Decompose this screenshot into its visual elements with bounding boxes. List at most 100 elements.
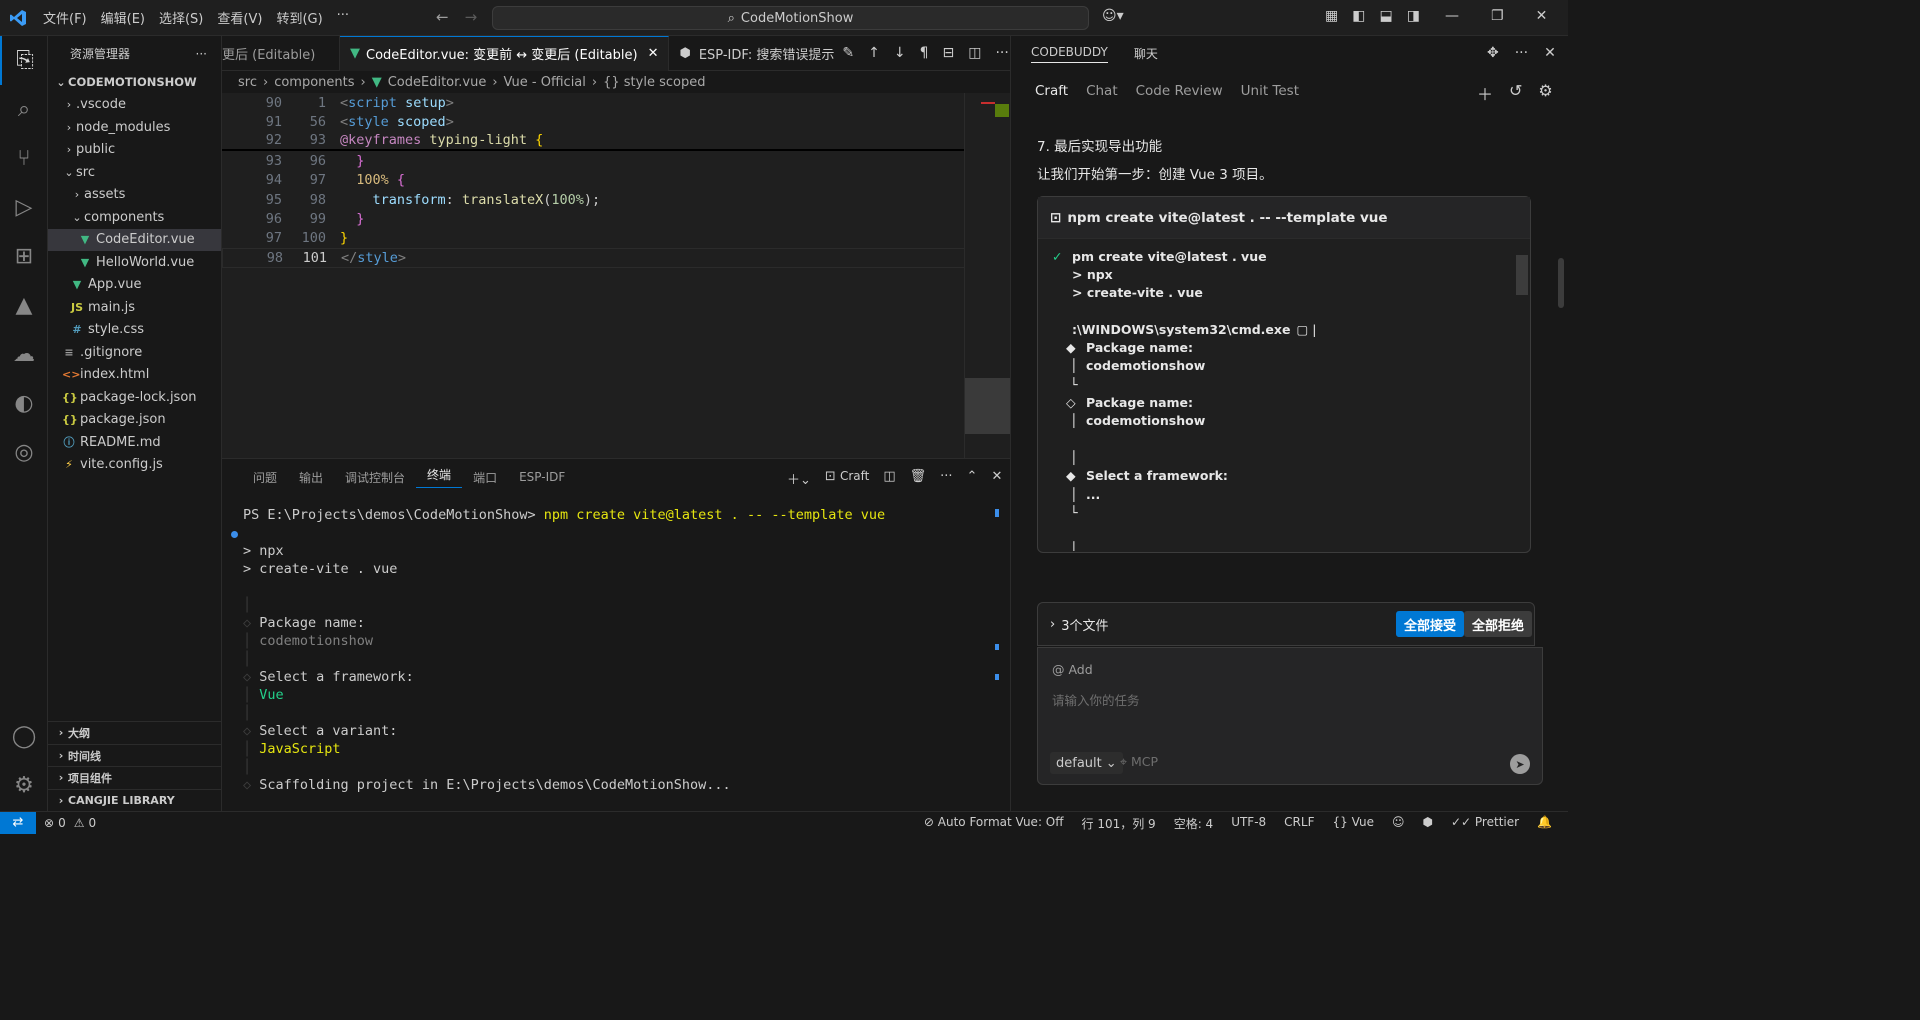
tree-item[interactable]: # style.css [48,319,221,342]
tree-item[interactable]: {} package-lock.json [48,386,221,409]
espressif-icon[interactable]: ◎ [0,428,48,477]
extensions-icon[interactable]: ⊞ [0,232,48,281]
indentation[interactable]: 空格: 4 [1174,815,1214,832]
tree-item[interactable]: ⌄ src [48,161,221,184]
problems-summary[interactable]: ⊗ 0 ⚠ 0 [44,816,96,830]
menu-file[interactable]: 文件(F) [36,8,94,27]
copilot-icon[interactable]: ☺▾ [1102,8,1124,24]
maximize-panel-icon[interactable]: ⌃ [967,469,978,488]
tab-codeeditor-diff[interactable]: ▼ CodeEditor.vue: 变更前 ↔ 变更后 (Editable) ✕ [340,35,670,71]
breadcrumb-item[interactable]: CodeEditor.vue [388,75,487,90]
toggle-sidebar-icon[interactable]: ◧ [1352,8,1365,24]
tab-output[interactable]: 输出 [288,469,334,486]
command-decoration-icon[interactable] [231,531,238,538]
tab-code-review[interactable]: Code Review [1136,83,1223,99]
terminal-craft-button[interactable]: ⊡ Craft [825,469,869,488]
breadcrumb-item[interactable]: components [274,75,354,90]
mcp-button[interactable]: ⌖ MCP [1120,754,1158,770]
edge-icon[interactable]: ◐ [0,379,48,428]
prettier-status[interactable]: ✓✓ Prettier [1451,815,1519,832]
tab-craft[interactable]: Craft [1035,83,1068,99]
menu-selection[interactable]: 选择(S) [152,8,210,27]
new-terminal-icon[interactable]: ＋⌄ [787,469,811,488]
menu-view[interactable]: 查看(V) [210,8,269,27]
minimize-icon[interactable]: — [1445,8,1459,24]
customize-layout-icon[interactable]: ▦ [1325,8,1338,24]
section-cangjie-library[interactable]: › CANGJIE LIBRARY [48,789,222,811]
kill-terminal-icon[interactable]: 🗑 [910,469,927,488]
auto-format-status[interactable]: ⊘ Auto Format Vue: Off [924,815,1064,832]
tree-item[interactable]: › .vscode [48,94,221,117]
notifications-bell-icon[interactable]: 🔔 [1537,815,1552,832]
tab-diff-prev[interactable]: 更后 (Editable) [222,35,340,71]
close-panel-icon[interactable]: ✕ [1544,45,1556,61]
section-timeline[interactable]: › 时间线 [48,744,222,766]
chat-header-tab[interactable]: 聊天 [1134,45,1158,62]
tree-item[interactable]: ▼ CodeEditor.vue [48,228,221,251]
manage-gear-icon[interactable]: ⚙ [0,761,48,810]
command-center[interactable]: ⌕ CodeMotionShow [492,6,1089,30]
copilot-status-icon[interactable]: ☺ [1392,815,1405,832]
task-input[interactable]: 请输入你的任务 [1052,690,1140,709]
tree-item[interactable]: <> index.html [48,364,221,387]
settings-icon[interactable]: ⚙ [1538,81,1552,105]
section-outline[interactable]: › 大纲 [48,721,222,743]
tab-esp-idf-panel[interactable]: ESP-IDF [508,470,576,484]
tree-item[interactable]: › assets [48,184,221,207]
split-editor-icon[interactable]: ◫ [968,45,981,61]
cursor-position[interactable]: 行 101，列 9 [1082,815,1156,832]
tree-item[interactable]: › node_modules [48,116,221,139]
source-control-icon[interactable]: ⑂ [0,134,48,183]
history-icon[interactable]: ↺ [1509,81,1522,105]
tree-item[interactable]: ▼ App.vue [48,274,221,297]
split-terminal-icon[interactable]: ◫ [883,469,895,488]
codebuddy-icon[interactable]: ☁ [0,330,48,379]
project-root[interactable]: ⌄ CODEMOTIONSHOW [48,71,221,94]
explorer-icon[interactable]: ⎘ [0,36,48,85]
chat-scrollbar[interactable] [1558,258,1564,308]
section-project-components[interactable]: › 项目组件 [48,766,222,788]
add-context-button[interactable]: @ Add [1052,662,1093,677]
close-tab-icon[interactable]: ✕ [648,46,659,61]
close-panel-icon[interactable]: ✕ [991,469,1002,488]
tree-item[interactable]: ⌄ components [48,206,221,229]
model-select[interactable]: default ⌄ [1050,752,1123,774]
language-mode[interactable]: {} Vue [1332,815,1373,832]
terminal-output[interactable]: PS E:\Projects\demos\CodeMotionShow> npm… [222,507,1010,795]
tab-problems[interactable]: 问题 [242,469,288,486]
edit-pencil-icon[interactable]: ✎ [842,45,854,61]
minimap[interactable] [964,93,1011,458]
menu-go[interactable]: 转到(G) [269,8,329,27]
tree-item[interactable]: ⓘ README.md [48,431,221,454]
send-icon[interactable]: ➤ [1510,754,1530,774]
run-debug-icon[interactable]: ▷ [0,183,48,232]
restore-icon[interactable]: ❐ [1491,8,1504,24]
next-change-icon[interactable]: ↓ [894,45,906,61]
code-editor[interactable]: 90 1 <script setup> 91 56 <style scoped> 92 9… [222,93,1010,458]
forward-arrow-icon[interactable]: → [465,8,478,26]
tab-unit-test[interactable]: Unit Test [1241,83,1299,99]
tab-debug-console[interactable]: 调试控制台 [334,469,416,486]
reject-all-button[interactable]: 全部拒绝 [1463,611,1532,637]
close-window-icon[interactable]: ✕ [1536,8,1548,24]
encoding[interactable]: UTF-8 [1231,815,1266,832]
tree-item[interactable]: ⚡ vite.config.js [48,454,221,477]
open-preview-icon[interactable]: ⊟ [943,45,955,61]
tab-chat[interactable]: Chat [1086,83,1118,99]
search-view-icon[interactable]: ⌕ [0,85,48,134]
breadcrumb-item[interactable]: src [238,75,257,90]
new-chat-plus-icon[interactable]: ＋ [1477,81,1493,105]
account-icon[interactable]: ◯ [0,712,48,761]
codebuddy-tab[interactable]: CODEBUDDY [1031,45,1108,63]
toggle-secondary-sidebar-icon[interactable]: ◨ [1407,8,1420,24]
tab-ports[interactable]: 端口 [462,469,508,486]
tab-terminal[interactable]: 终端 [416,466,463,488]
breadcrumb-item[interactable]: Vue - Official [504,75,586,90]
tree-item[interactable]: ▼ HelloWorld.vue [48,251,221,274]
previous-change-icon[interactable]: ↑ [868,45,880,61]
card-scrollbar[interactable] [1516,255,1528,295]
tree-item[interactable]: JS main.js [48,296,221,319]
esp-idf-status-icon[interactable]: ⬢ [1422,815,1432,832]
cangjie-icon[interactable]: ▲ [0,281,48,330]
line-endings[interactable]: CRLF [1284,815,1314,832]
